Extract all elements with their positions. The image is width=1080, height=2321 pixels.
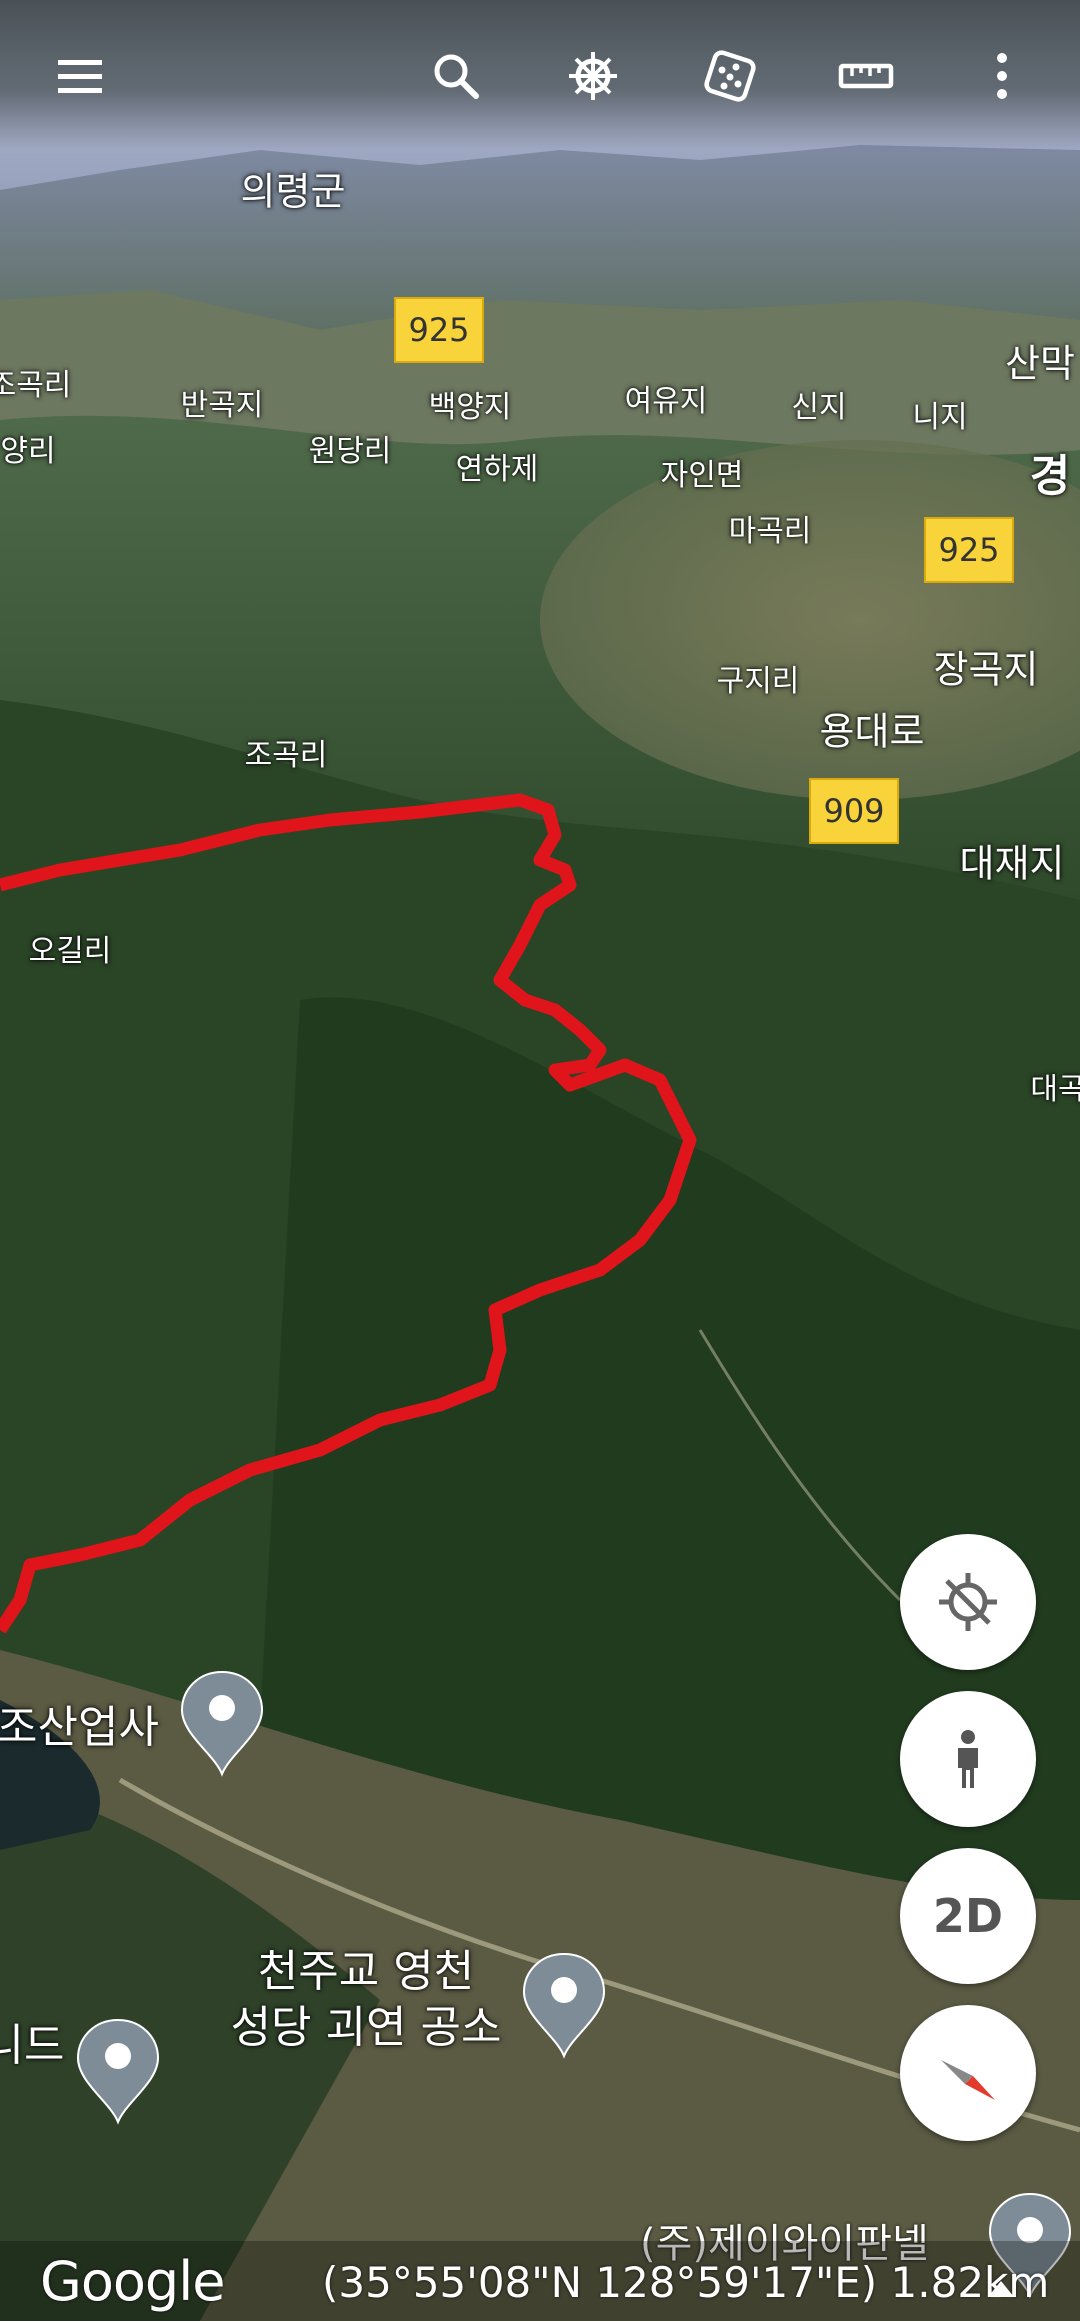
pegman-icon — [958, 1730, 978, 1788]
feeling-lucky-dice-icon — [704, 50, 756, 102]
voyager-icon — [569, 52, 617, 100]
menu-icon — [58, 60, 102, 93]
poi-label: 조산업사 — [0, 1702, 159, 1753]
place-label: 반곡지 — [180, 388, 264, 423]
search-button[interactable] — [416, 36, 496, 116]
road-label: 용대로 — [819, 709, 925, 754]
top-toolbar — [0, 0, 1080, 150]
place-label: 양리 — [0, 434, 56, 469]
coordinates-readout: (35°55'08"N 128°59'17"E) 1.82km — [322, 2258, 1050, 2307]
place-label: 의령군 — [240, 169, 346, 214]
place-label: 자인면 — [660, 458, 744, 493]
place-pin-icon — [180, 1670, 264, 1777]
expand-info-button[interactable] — [986, 2279, 1016, 2299]
compass-button[interactable] — [900, 2005, 1036, 2141]
place-label: 신지 — [791, 390, 847, 425]
place-label: 니지 — [912, 400, 968, 435]
place-label: 장곡지 — [933, 647, 1039, 692]
place-label: 오길리 — [28, 934, 112, 969]
place-label: 여유지 — [624, 384, 708, 419]
place-label: 백양지 — [428, 390, 512, 425]
measure-button[interactable] — [826, 36, 906, 116]
place-label: 대재지 — [959, 841, 1065, 886]
search-icon — [434, 54, 479, 99]
place-label: 경 — [1029, 451, 1071, 502]
poi-pin[interactable] — [72, 2016, 164, 2126]
caret-up-icon — [988, 2281, 1014, 2297]
place-pin-icon — [522, 1952, 606, 2059]
compass-icon — [941, 2060, 995, 2100]
view-mode-toggle[interactable]: 2D — [900, 1848, 1036, 1984]
measure-ruler-icon — [838, 63, 894, 89]
menu-button[interactable] — [40, 36, 120, 116]
my-location-button[interactable] — [900, 1534, 1036, 1670]
voyager-button[interactable] — [553, 36, 633, 116]
place-label: 조곡리 — [244, 738, 328, 773]
poi-label: 천주교 영천 — [257, 1946, 475, 1997]
place-label: 조곡리 — [0, 368, 72, 403]
poi-pin[interactable] — [518, 1950, 610, 2060]
place-label: 산막 — [1005, 341, 1075, 386]
street-view-button[interactable] — [900, 1691, 1036, 1827]
place-label: 구지리 — [716, 664, 800, 699]
place-label: 대곡 — [1030, 1072, 1080, 1107]
more-options-button[interactable] — [962, 36, 1042, 116]
poi-label: 성당 괴연 공소 — [230, 2002, 502, 2053]
route-shield: 925 — [394, 297, 484, 363]
feeling-lucky-button[interactable] — [690, 36, 770, 116]
place-pin-icon — [76, 2018, 160, 2125]
poi-label: 니드 — [0, 2020, 65, 2071]
place-label: 마곡리 — [728, 514, 812, 549]
route-shield: 909 — [809, 778, 899, 844]
place-label: 연하제 — [455, 452, 539, 487]
more-vertical-icon — [997, 53, 1007, 99]
no-location-icon — [939, 1573, 997, 1631]
view-mode-label: 2D — [932, 1889, 1004, 1943]
poi-pin[interactable] — [176, 1668, 268, 1778]
place-label: 원당리 — [308, 434, 392, 469]
google-logo: Google — [40, 2250, 225, 2313]
route-shield: 925 — [924, 517, 1014, 583]
